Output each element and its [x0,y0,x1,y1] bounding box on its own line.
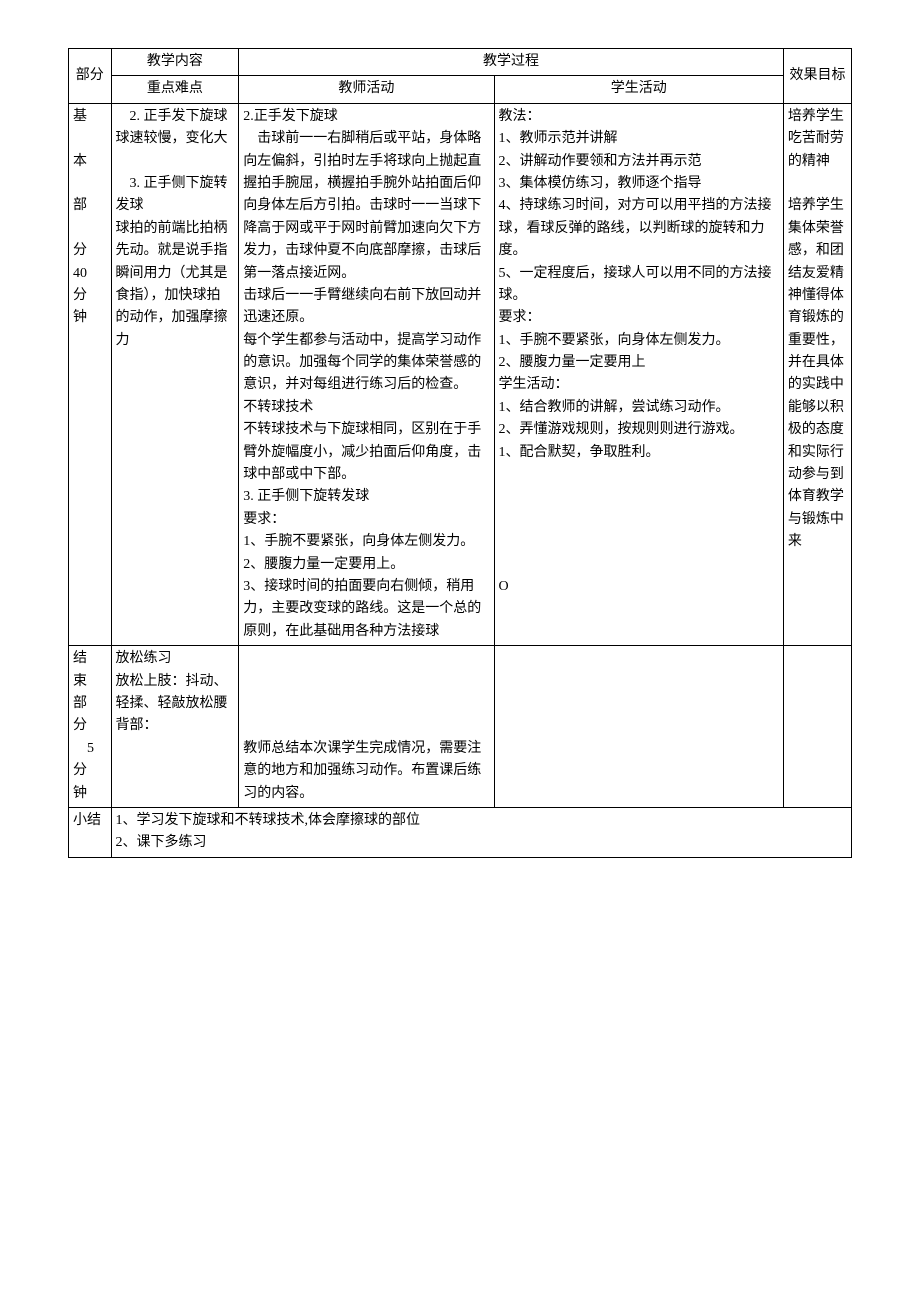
part-end-label: 结 束 部 分 5 分 钟 [69,646,112,808]
content-end: 放松练习 放松上肢：抖动、轻揉、轻敲放松腰背部： [111,646,239,808]
student-end [494,646,783,808]
subheader-teacher: 教师活动 [239,76,494,103]
summary-text: 1、学习发下旋球和不转球技术,体会摩擦球的部位 2、课下多练习 [111,807,851,857]
part-main-label: 基 本 部 分 40 分 钟 [69,103,112,645]
header-part: 部分 [69,49,112,104]
effect-main: 培养学生吃苦耐劳的精神 培养学生集体荣誉感，和团结友爱精神懂得体育锻炼的重要性，… [783,103,851,645]
lesson-plan-table: 部分 教学内容 教学过程 效果目标 重点难点 教师活动 学生活动 基 本 部 分… [68,48,852,858]
header-effect: 效果目标 [783,49,851,104]
subheader-student: 学生活动 [494,76,783,103]
student-main: 教法： 1、教师示范并讲解 2、讲解动作要领和方法并再示范 3、集体模仿练习，教… [494,103,783,645]
header-process: 教学过程 [239,49,784,76]
summary-label: 小结 [69,807,112,857]
content-main: 2. 正手发下旋球 球速较慢，变化大 3. 正手侧下旋转发球 球拍的前端比拍柄先… [111,103,239,645]
teacher-main: 2.正手发下旋球 击球前一一右脚稍后或平站，身体略向左偏斜，引拍时左手将球向上抛… [239,103,494,645]
header-content: 教学内容 [111,49,239,76]
subheader-content: 重点难点 [111,76,239,103]
teacher-end: 教师总结本次课学生完成情况，需要注意的地方和加强练习动作。布置课后练习的内容。 [239,646,494,808]
effect-end [783,646,851,808]
